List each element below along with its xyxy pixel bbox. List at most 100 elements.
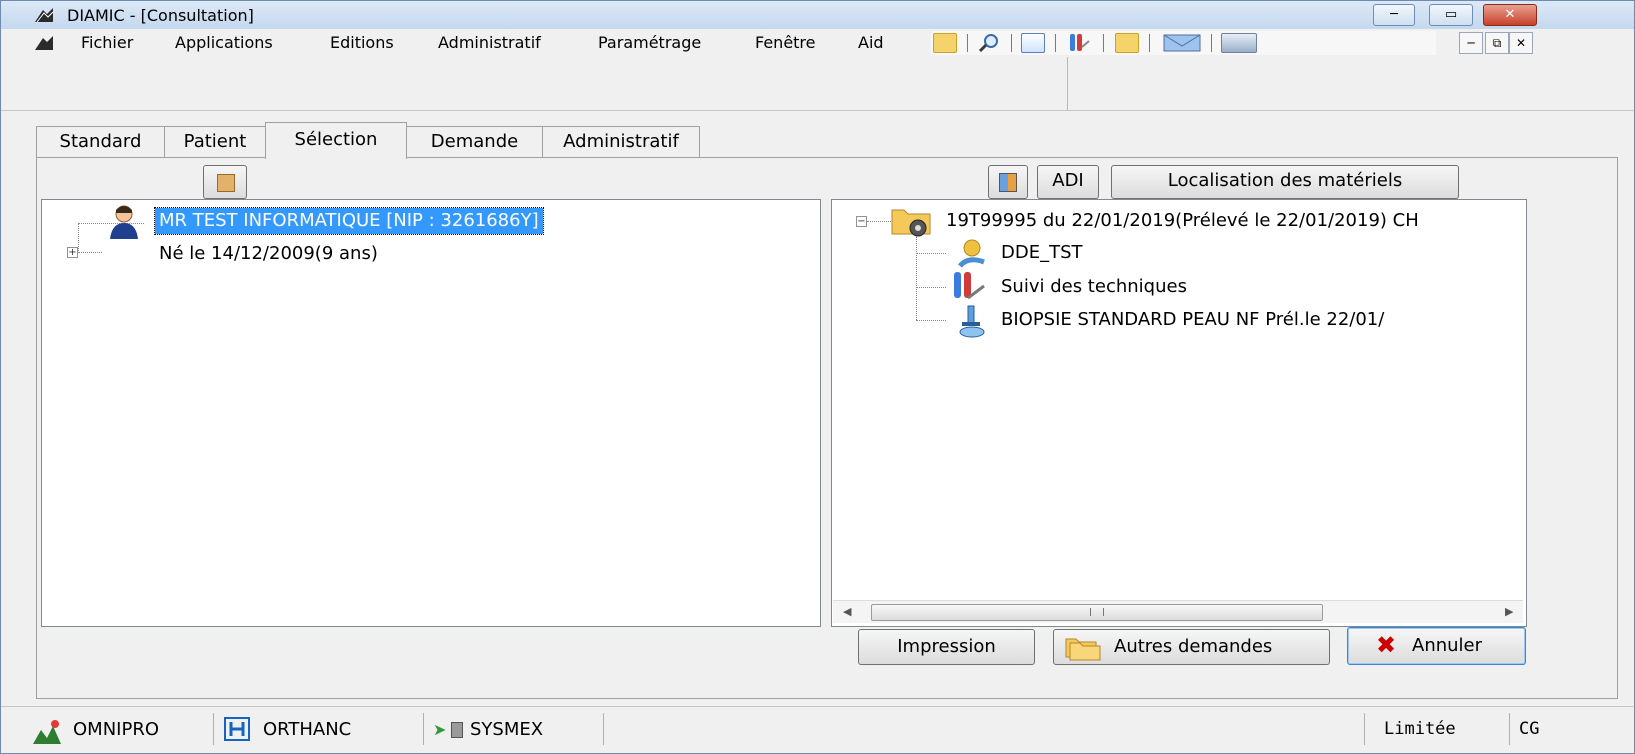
annuler-button[interactable]: ✖ Annuler: [1347, 627, 1526, 665]
key-icon: [958, 239, 985, 268]
tree-line: [916, 236, 917, 320]
tree-line: [867, 221, 891, 222]
maximize-icon: ▭: [1444, 7, 1458, 22]
folder-export-icon[interactable]: [1115, 33, 1139, 53]
status-divider: [423, 713, 424, 745]
localisation-button[interactable]: Localisation des matériels: [1111, 165, 1459, 199]
request-child-suivi[interactable]: Suivi des techniques: [1001, 274, 1187, 300]
tab-patient[interactable]: Patient: [164, 126, 266, 157]
mdi-minimize-button[interactable]: ─: [1459, 32, 1483, 54]
toolbar-separator: [1149, 34, 1150, 52]
scroll-right-icon[interactable]: ▶: [1505, 605, 1513, 618]
status-divider: [1509, 713, 1510, 745]
mdi-close-button[interactable]: ✕: [1509, 32, 1533, 54]
mdi-restore-button[interactable]: ⧉: [1485, 32, 1509, 54]
close-icon: ✕: [1515, 36, 1527, 50]
menu-parametrage[interactable]: Paramétrage: [598, 33, 701, 52]
request-child-dde[interactable]: DDE_TST: [1001, 240, 1083, 266]
toolbar-separator: [1011, 34, 1012, 52]
tab-standard[interactable]: Standard: [36, 126, 165, 157]
grip-icon: [1090, 608, 1104, 616]
status-bar: OMNIPRO ORTHANC ➤ SYSMEX Limitée CG: [1, 706, 1634, 753]
magnifier-icon[interactable]: [977, 33, 1001, 53]
document-icon: [217, 174, 235, 192]
envelope-icon[interactable]: [1163, 32, 1205, 54]
tree-line: [916, 287, 946, 288]
status-mode: Limitée: [1384, 719, 1456, 739]
app-icon: [35, 8, 54, 23]
tree-line: [916, 320, 946, 321]
cancel-icon: ✖: [1376, 631, 1397, 659]
menu-aide[interactable]: Aid: [858, 33, 884, 52]
collapse-icon[interactable]: −: [856, 216, 867, 227]
info-strip: [1, 57, 1634, 111]
main-window: DIAMIC - [Consultation] ─ ▭ ✕ Fichier Ap…: [0, 0, 1635, 754]
panel-icon: [999, 173, 1017, 192]
left-panel-button[interactable]: [203, 165, 247, 199]
request-tree[interactable]: − 19T99995 du 22/01/2019(Prélevé le 22/0…: [831, 199, 1527, 627]
birth-node[interactable]: Né le 14/12/2009(9 ans): [159, 241, 378, 267]
patient-node[interactable]: MR TEST INFORMATIQUE [NIP : 3261686Y]: [154, 207, 544, 235]
status-omnipro[interactable]: OMNIPRO: [73, 719, 159, 740]
status-divider: [213, 713, 214, 745]
scrollbar-thumb[interactable]: [871, 604, 1323, 621]
menu-editions[interactable]: Editions: [330, 33, 394, 52]
status-divider: [603, 713, 604, 745]
annuler-label: Annuler: [1412, 635, 1483, 656]
minimize-icon: ─: [1467, 36, 1475, 50]
test-tubes-icon: [954, 272, 985, 300]
view-toggle-button[interactable]: [988, 165, 1028, 199]
test-tubes-icon[interactable]: [1067, 33, 1091, 53]
title-bar: DIAMIC - [Consultation] ─ ▭ ✕: [1, 1, 1634, 29]
tree-line: [78, 252, 102, 253]
scroll-left-icon[interactable]: ◀: [843, 605, 851, 618]
tab-selection[interactable]: Sélection: [265, 122, 407, 159]
tab-administratif[interactable]: Administratif: [542, 126, 700, 157]
horizontal-scrollbar[interactable]: ◀ ▶: [833, 600, 1523, 623]
status-sysmex[interactable]: SYSMEX: [470, 719, 543, 740]
status-orthanc[interactable]: ORTHANC: [263, 719, 351, 740]
toolbar-separator: [1211, 34, 1212, 52]
menu-applications[interactable]: Applications: [175, 33, 273, 52]
tab-demande[interactable]: Demande: [406, 126, 543, 157]
tree-line: [916, 253, 946, 254]
patient-icon: [110, 205, 138, 239]
expand-icon[interactable]: +: [67, 247, 78, 258]
autres-demandes-label: Autres demandes: [1114, 636, 1273, 657]
autres-demandes-button[interactable]: Autres demandes: [1053, 629, 1330, 665]
toolbar-separator: [967, 34, 968, 52]
microscope-icon: [959, 305, 985, 338]
patient-tree[interactable]: MR TEST INFORMATIQUE [NIP : 3261686Y] + …: [41, 199, 821, 627]
minimize-icon: ─: [1390, 7, 1398, 22]
maximize-button[interactable]: ▭: [1429, 4, 1473, 26]
menu-fenetre[interactable]: Fenêtre: [755, 33, 816, 52]
folders-icon: [1065, 638, 1101, 661]
sysmex-device-icon: [451, 722, 463, 738]
tree-line: [78, 223, 79, 253]
scanner-icon[interactable]: [1221, 33, 1257, 53]
folder-icon[interactable]: [933, 33, 957, 53]
menu-bar: Fichier Applications Editions Administra…: [1, 29, 1634, 58]
close-icon: ✕: [1504, 7, 1516, 22]
omnipro-icon: [33, 720, 61, 744]
menu-administratif[interactable]: Administratif: [438, 33, 541, 52]
window-title: DIAMIC - [Consultation]: [67, 6, 254, 25]
status-divider: [1364, 713, 1365, 745]
mdi-child-icon[interactable]: [33, 34, 55, 52]
edit-document-icon[interactable]: [1021, 33, 1045, 53]
minimize-button[interactable]: ─: [1373, 4, 1415, 26]
restore-icon: ⧉: [1492, 36, 1502, 50]
request-folder-icon: [891, 209, 931, 237]
orthanc-icon: [224, 717, 250, 741]
toolbar-separator: [1103, 34, 1104, 52]
request-root-node[interactable]: 19T99995 du 22/01/2019(Prélevé le 22/01/…: [946, 208, 1419, 234]
strip-divider: [1067, 57, 1068, 110]
menu-fichier[interactable]: Fichier: [81, 33, 133, 52]
toolbar-separator: [1055, 34, 1056, 52]
impression-button[interactable]: Impression: [858, 629, 1035, 665]
request-child-biopsie[interactable]: BIOPSIE STANDARD PEAU NF Prél.le 22/01/: [1001, 307, 1384, 333]
sysmex-arrow-icon: ➤: [433, 720, 447, 739]
adi-button[interactable]: ADI: [1037, 165, 1099, 199]
status-user: CG: [1519, 719, 1540, 739]
close-button[interactable]: ✕: [1483, 4, 1537, 26]
